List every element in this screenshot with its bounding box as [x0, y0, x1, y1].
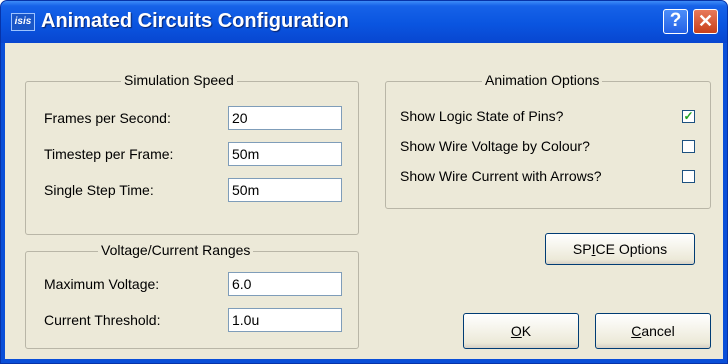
frames-per-second-label: Frames per Second:: [44, 110, 171, 126]
frames-per-second-input[interactable]: [228, 106, 342, 130]
timestep-per-frame-label: Timestep per Frame:: [44, 146, 174, 162]
timestep-per-frame-input[interactable]: [228, 142, 342, 166]
cancel-label-post: ancel: [641, 323, 675, 339]
single-step-time-label: Single Step Time:: [44, 182, 154, 198]
show-logic-state-label: Show Logic State of Pins?: [400, 108, 564, 124]
maximum-voltage-label: Maximum Voltage:: [44, 276, 160, 292]
help-button[interactable]: ?: [663, 9, 688, 34]
show-wire-voltage-checkbox[interactable]: [682, 140, 695, 153]
ok-button[interactable]: OK: [463, 313, 579, 349]
spice-options-label-post: CE Options: [595, 241, 668, 257]
cancel-mnemonic: C: [631, 323, 642, 339]
dialog-body: Simulation Speed Frames per Second: Time…: [5, 43, 723, 359]
show-logic-state-checkbox[interactable]: ✓: [682, 110, 695, 123]
cancel-button[interactable]: Cancel: [595, 313, 711, 349]
current-threshold-input[interactable]: [228, 308, 342, 332]
show-wire-current-label: Show Wire Current with Arrows?: [400, 168, 602, 184]
dialog-window: isis Animated Circuits Configuration ? ✕…: [0, 0, 728, 364]
title-bar[interactable]: isis Animated Circuits Configuration ? ✕: [1, 1, 727, 43]
show-wire-current-checkbox[interactable]: [682, 170, 695, 183]
animation-options-group: Animation Options Show Logic State of Pi…: [385, 72, 711, 209]
simulation-speed-legend: Simulation Speed: [121, 72, 237, 88]
current-threshold-label: Current Threshold:: [44, 312, 161, 328]
maximum-voltage-input[interactable]: [228, 272, 342, 296]
spice-options-button[interactable]: SPICE Options: [545, 233, 695, 265]
voltage-current-legend: Voltage/Current Ranges: [98, 242, 254, 258]
single-step-time-input[interactable]: [228, 178, 342, 202]
animation-options-legend: Animation Options: [482, 72, 603, 88]
close-button[interactable]: ✕: [693, 9, 718, 34]
window-title: Animated Circuits Configuration: [41, 10, 349, 32]
isis-app-icon: isis: [11, 13, 35, 31]
spice-options-label-pre: SP: [572, 241, 592, 257]
show-wire-voltage-label: Show Wire Voltage by Colour?: [400, 138, 590, 154]
check-mark-icon: ✓: [683, 109, 694, 123]
ok-mnemonic: O: [510, 323, 522, 339]
voltage-current-group: Voltage/Current Ranges Maximum Voltage: …: [25, 242, 359, 349]
ok-label-post: K: [521, 323, 532, 339]
simulation-speed-group: Simulation Speed Frames per Second: Time…: [25, 72, 359, 235]
